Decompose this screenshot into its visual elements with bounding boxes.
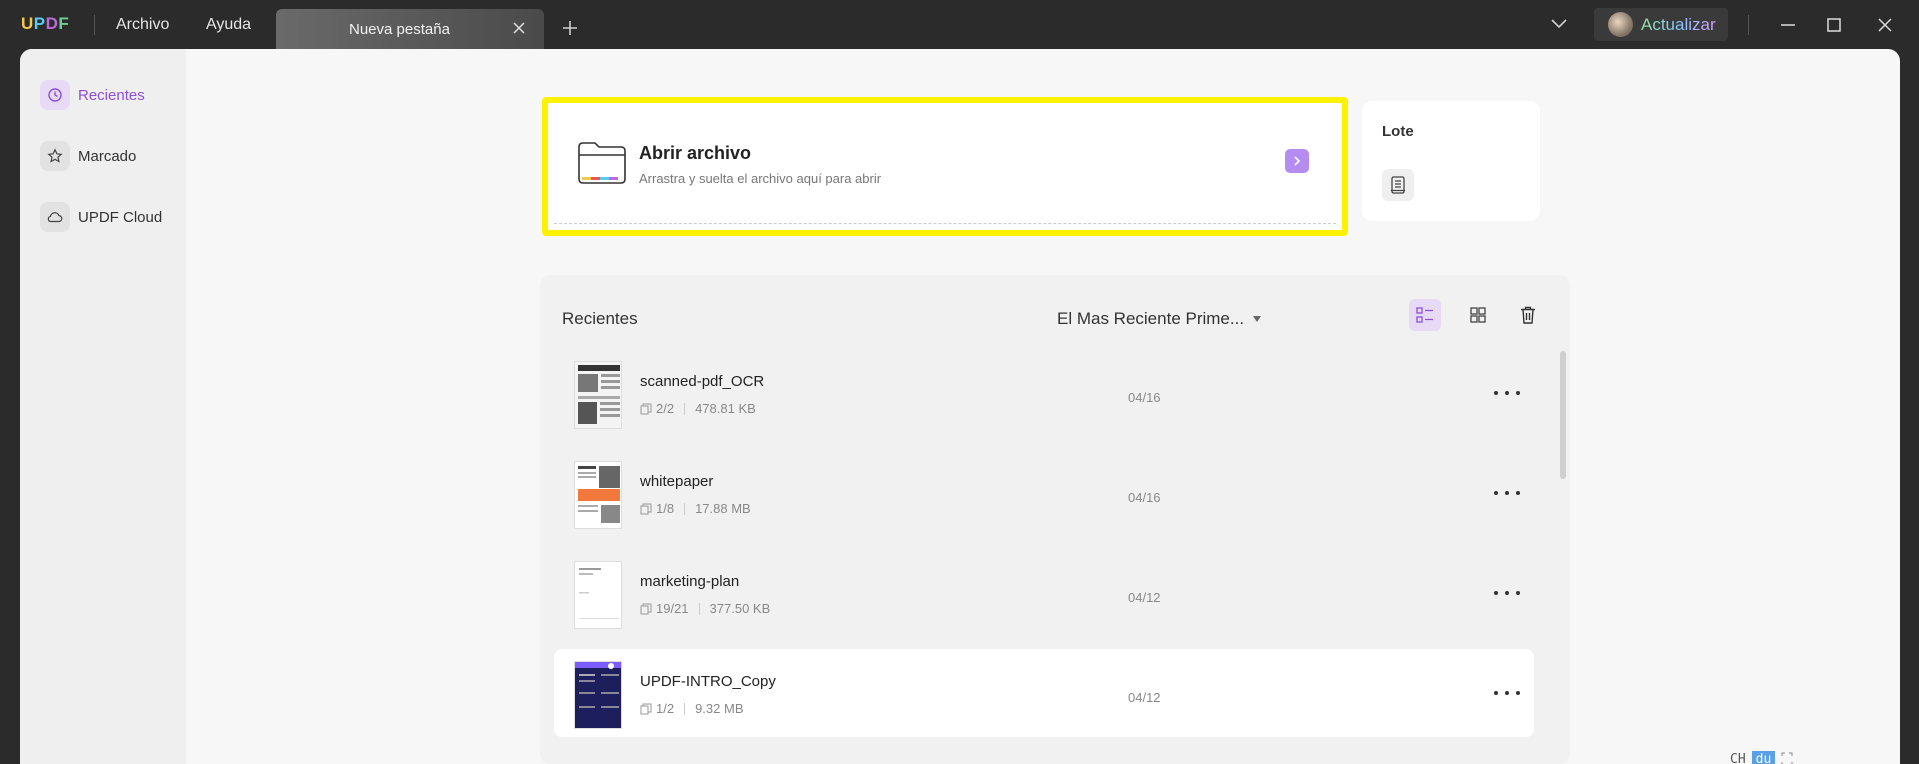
file-meta: 2/2 478.81 KB [640,401,756,416]
cloud-icon [40,202,70,232]
open-file-subtitle: Arrastra y suelta el archivo aquí para a… [639,171,882,186]
file-row[interactable]: UPDF-INTRO_Copy 1/2 9.32 MB 04/12 [554,649,1534,737]
maximize-icon[interactable] [1822,13,1846,37]
ime-ch-label: CH [1730,751,1746,764]
updf-logo[interactable]: UPDF [21,14,69,34]
sidebar-item-recientes[interactable]: Recientes [40,79,145,111]
sidebar-item-label: Recientes [78,86,145,104]
scrollbar-thumb[interactable] [1560,351,1566,479]
pages-icon [640,503,652,514]
more-options-icon[interactable] [1494,685,1520,701]
pages-icon [640,403,652,414]
file-date: 04/12 [1128,690,1161,705]
file-pages: 19/21 [656,601,689,616]
avatar [1608,12,1633,37]
file-size: 377.50 KB [709,601,771,616]
recent-title: Recientes [562,309,638,328]
chevron-down-icon[interactable] [1550,17,1568,31]
title-separator [1748,15,1749,35]
expand-icon [1781,752,1793,764]
sort-dropdown[interactable]: El Mas Reciente Prime... [1057,309,1262,329]
clock-icon [40,80,70,110]
file-row[interactable]: whitepaper 1/8 17.88 MB 04/16 [554,449,1534,537]
file-name: whitepaper [640,473,714,490]
file-pages: 2/2 [656,401,675,416]
file-meta: 19/21 377.50 KB [640,601,770,616]
logo-letter-d: D [45,14,59,33]
more-options-icon[interactable] [1494,585,1520,601]
logo-letter-f: F [58,14,70,33]
logo-letter-p: P [33,14,46,33]
sidebar-item-label: UPDF Cloud [78,208,163,226]
upgrade-label: Actualizar [1641,15,1716,34]
sidebar-item-updf-cloud[interactable]: UPDF Cloud [40,201,162,233]
tab-title: Nueva pestaña [349,21,450,38]
menu-archivo[interactable]: Archivo [116,16,169,34]
file-row[interactable]: marketing-plan 19/21 377.50 KB 04/12 [554,549,1534,637]
batch-document-icon[interactable] [1382,169,1414,201]
batch-card: Lote [1362,101,1540,221]
file-date: 04/16 [1128,390,1161,405]
close-icon[interactable] [510,19,528,37]
main-window: Recientes Marcado UPDF Cloud Abrir archi… [20,49,1900,764]
open-file-card[interactable]: Abrir archivo Arrastra y suelta el archi… [542,97,1348,236]
meta-separator [684,402,686,415]
title-bar: UPDF Archivo Ayuda Nueva pestaña Actuali… [0,0,1919,49]
pages-icon [640,703,652,714]
caret-down-icon [1253,316,1262,322]
file-row[interactable]: scanned-pdf_OCR 2/2 478.81 KB 04/16 [554,349,1534,437]
file-thumbnail [574,361,622,429]
file-pages: 1/2 [656,701,675,716]
file-thumbnail [574,461,622,529]
star-icon [40,141,70,171]
file-size: 9.32 MB [695,701,744,716]
recent-files-panel: Recientes El Mas Reciente Prime... scann… [540,275,1570,764]
meta-separator [698,602,700,615]
file-thumbnail [574,661,622,729]
pages-icon [640,603,652,614]
close-window-icon[interactable] [1873,13,1897,37]
sidebar-item-label: Marcado [78,147,137,165]
file-name: marketing-plan [640,573,740,590]
batch-title: Lote [1382,123,1414,140]
menu-ayuda[interactable]: Ayuda [206,16,251,34]
upgrade-button[interactable]: Actualizar [1594,8,1728,41]
open-file-title: Abrir archivo [639,143,752,163]
folder-icon [578,142,626,184]
file-date: 04/16 [1128,490,1161,505]
meta-separator [684,502,686,515]
plus-icon[interactable] [560,18,580,38]
sidebar: Recientes Marcado UPDF Cloud [20,49,186,764]
file-meta: 1/8 17.88 MB [640,501,751,516]
grid-view-button[interactable] [1462,299,1494,331]
more-options-icon[interactable] [1494,385,1520,401]
file-name: UPDF-INTRO_Copy [640,673,776,690]
grid-view-icon [1470,307,1486,323]
sidebar-item-marcado[interactable]: Marcado [40,140,136,172]
file-pages: 1/8 [656,501,675,516]
ime-du-label: du [1751,750,1776,764]
list-view-icon [1416,307,1433,323]
file-name: scanned-pdf_OCR [640,373,765,390]
tab-nueva-pestana[interactable]: Nueva pestaña [276,9,544,49]
trash-icon [1521,306,1535,324]
file-thumbnail [574,561,622,629]
chevron-right-icon[interactable] [1285,149,1309,173]
file-meta: 1/2 9.32 MB [640,701,744,716]
meta-separator [684,702,686,715]
more-options-icon[interactable] [1494,485,1520,501]
logo-letter-u: U [21,14,34,33]
ime-indicator[interactable]: CH du [1730,747,1812,764]
list-view-button[interactable] [1409,299,1441,331]
file-size: 17.88 MB [695,501,751,516]
title-separator [94,15,95,35]
file-date: 04/12 [1128,590,1161,605]
file-size: 478.81 KB [695,401,756,416]
sort-label: El Mas Reciente Prime... [1057,309,1245,328]
minimize-icon[interactable] [1776,13,1800,37]
delete-button[interactable] [1512,299,1544,331]
drop-zone-border [554,223,1336,224]
